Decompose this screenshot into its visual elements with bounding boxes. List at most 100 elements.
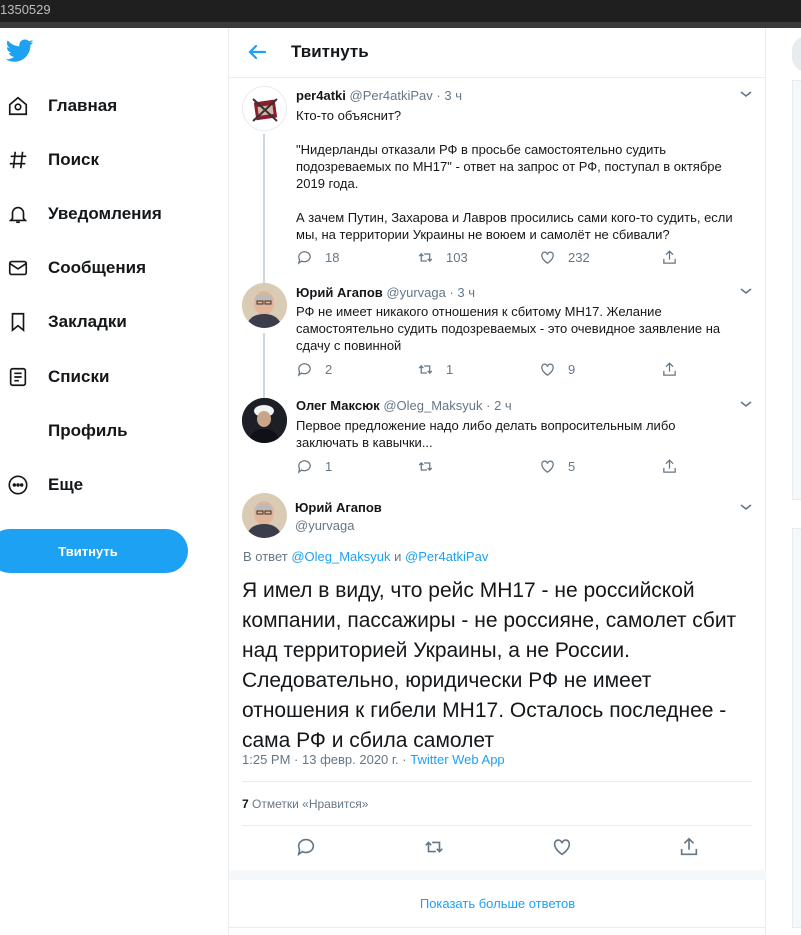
show-more-replies-button[interactable]: Показать больше ответов	[229, 880, 766, 928]
author-name[interactable]: per4atki	[296, 88, 346, 103]
sidebar-item-label: Поиск	[48, 150, 100, 169]
thread-tweet[interactable]: per4atki @Per4atkiPav · 3 ч Кто-то объяс…	[229, 78, 766, 284]
avatar[interactable]	[242, 493, 287, 538]
page-title: Твитнуть	[291, 42, 369, 61]
mention-link[interactable]: @Oleg_Maksyuk	[291, 549, 390, 564]
chevron-down-icon[interactable]	[739, 286, 753, 296]
tweet-actions	[229, 836, 766, 866]
thread-tweet[interactable]: Олег Максюк @Oleg_Maksyuk · 2 ч Первое п…	[229, 388, 766, 484]
reply-button[interactable]: 2	[296, 361, 332, 378]
reply-button[interactable]: 1	[296, 458, 332, 475]
retweet-icon[interactable]	[423, 836, 445, 858]
tweet-actions: 2 1 9	[296, 361, 696, 379]
author-handle[interactable]: @Oleg_Maksyuk	[383, 398, 482, 413]
page-header: Твитнуть	[229, 28, 766, 78]
thread-connector	[263, 388, 265, 398]
back-arrow-icon[interactable]	[245, 40, 269, 64]
retweet-icon	[418, 365, 433, 374]
share-button[interactable]	[661, 249, 678, 266]
sidebar-item-label: Профиль	[48, 421, 128, 440]
sidebar-item-profile[interactable]: Профиль	[0, 411, 220, 451]
in-reply-to: В ответ @Oleg_Maksyuk и @Per4atkiPav	[243, 549, 489, 564]
sidebar-item-label: Списки	[48, 367, 110, 386]
tweet-text: Первое предложение надо либо делать вопр…	[296, 418, 676, 450]
tweet-button[interactable]: Твитнуть	[0, 529, 188, 573]
reply-icon	[297, 251, 311, 265]
retweet-icon	[418, 462, 433, 471]
tweet-time[interactable]: 1:25 PM	[242, 752, 290, 767]
retweet-icon	[418, 253, 433, 262]
share-button[interactable]	[661, 458, 678, 475]
window-title-bar: 1350529	[0, 0, 801, 28]
reply-icon	[297, 363, 311, 377]
sidebar-item-bookmarks[interactable]: Закладки	[0, 302, 220, 342]
mention-link[interactable]: @Per4atkiPav	[405, 549, 488, 564]
tweet-header: Олег Максюк @Oleg_Maksyuk · 2 ч	[296, 398, 512, 413]
sidebar-item-more[interactable]: Еще	[0, 465, 220, 505]
tweet-header: per4atki @Per4atkiPav · 3 ч	[296, 88, 462, 103]
sidebar-item-label: Еще	[48, 475, 84, 494]
twitter-logo-icon[interactable]	[6, 39, 34, 63]
thread-connector	[263, 269, 265, 277]
heart-icon	[541, 460, 554, 473]
share-icon	[663, 250, 676, 264]
like-button[interactable]: 5	[539, 458, 575, 475]
retweet-button[interactable]	[417, 458, 446, 475]
share-button[interactable]	[661, 361, 678, 378]
reply-icon[interactable]	[295, 836, 317, 858]
share-icon	[663, 362, 676, 376]
sidebar-item-notifications[interactable]: Уведомления	[0, 194, 220, 234]
tweet-header: Юрий Агапов @yurvaga · 3 ч	[296, 285, 476, 300]
tweet-text: Я имел в виду, что рейс МН17 - не россий…	[242, 579, 737, 752]
author-handle[interactable]: @yurvaga	[386, 285, 445, 300]
tweet-text: Кто-то объяснит? "Нидерланды отказали РФ…	[296, 108, 733, 242]
avatar[interactable]	[242, 283, 287, 328]
reply-button[interactable]: 18	[296, 249, 339, 266]
like-button[interactable]: 232	[539, 249, 590, 266]
heart-icon[interactable]	[551, 836, 573, 858]
sidebar-item-lists[interactable]: Списки	[0, 357, 220, 397]
thread-connector	[263, 134, 265, 284]
heart-icon	[541, 251, 554, 264]
author-handle[interactable]: @yurvaga	[295, 518, 354, 533]
tweet-actions: 1 5	[296, 458, 696, 476]
search-box[interactable]	[792, 36, 801, 72]
section-gap	[229, 870, 766, 880]
sidebar-item-label: Сообщения	[48, 258, 146, 277]
hash-icon	[6, 148, 30, 172]
chevron-down-icon[interactable]	[739, 502, 753, 512]
tweet-meta: 1:25 PM · 13 февр. 2020 г. · Twitter Web…	[242, 752, 505, 767]
avatar[interactable]	[242, 398, 287, 443]
author-name[interactable]: Олег Максюк	[296, 398, 380, 413]
retweet-button[interactable]: 1	[417, 361, 453, 378]
tweet-text: РФ не имеет никакого отношения к сбитому…	[296, 304, 721, 353]
follow-card	[792, 528, 801, 928]
author-name[interactable]: Юрий Агапов	[295, 500, 382, 515]
retweet-button[interactable]: 103	[417, 249, 468, 266]
tweet-time[interactable]: 2 ч	[494, 398, 512, 413]
sidebar-item-messages[interactable]: Сообщения	[0, 248, 220, 288]
tweet-actions: 18 103 232	[296, 249, 696, 267]
like-button[interactable]: 9	[539, 361, 575, 378]
thread-connector	[263, 333, 265, 393]
tweet-time[interactable]: 3 ч	[457, 285, 475, 300]
divider	[242, 825, 752, 826]
sidebar-item-home[interactable]: Главная	[0, 86, 220, 126]
sidebar-item-search[interactable]: Поиск	[0, 140, 220, 180]
tweet-source-link[interactable]: Twitter Web App	[410, 752, 504, 767]
tweet-date[interactable]: 13 февр. 2020 г.	[302, 752, 399, 767]
trends-card	[792, 80, 801, 500]
chevron-down-icon[interactable]	[739, 399, 753, 409]
likes-count[interactable]: 7 Отметки «Нравится»	[242, 797, 368, 811]
right-sidebar	[766, 28, 801, 935]
author-handle[interactable]: @Per4atkiPav	[350, 88, 433, 103]
thread-tweet[interactable]: Юрий Агапов @yurvaga · 3 ч РФ не имеет н…	[229, 269, 766, 393]
chevron-down-icon[interactable]	[739, 89, 753, 99]
sidebar-item-label: Уведомления	[48, 204, 162, 223]
list-icon	[6, 365, 30, 389]
avatar[interactable]	[242, 86, 287, 131]
author-name[interactable]: Юрий Агапов	[296, 285, 383, 300]
share-icon[interactable]	[678, 836, 700, 858]
tweet-time[interactable]: 3 ч	[444, 88, 462, 103]
profile-icon	[6, 419, 30, 443]
